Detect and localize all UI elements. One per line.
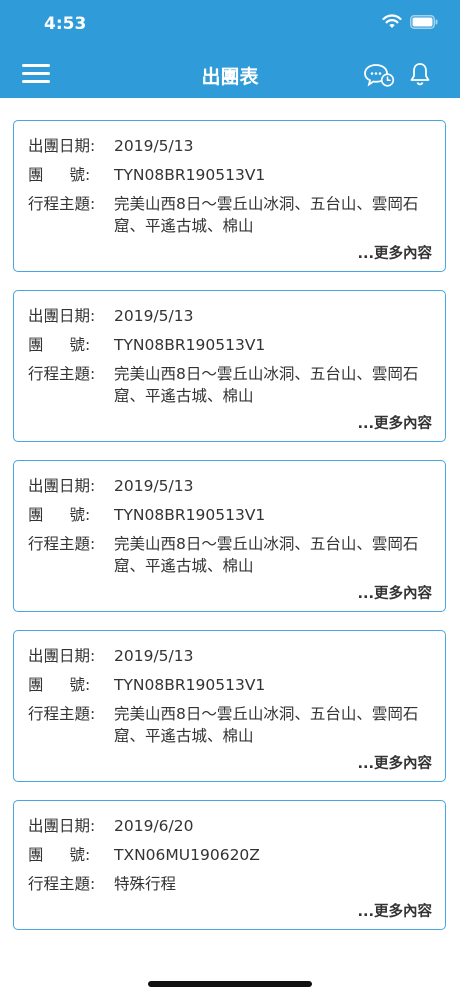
- tour-date: 2019/5/13: [114, 307, 194, 325]
- date-label: 出團日期:: [28, 477, 96, 495]
- date-label: 出團日期:: [28, 817, 96, 835]
- tour-theme: 完美山西8日～雲丘山冰洞、五台山、雲岡石窟、平遙古城、棉山: [114, 365, 419, 405]
- tour-card[interactable]: 出團日期: 2019/5/13 團號: TYN08BR190513V1 行程主題…: [13, 290, 446, 442]
- battery-icon: [410, 14, 438, 29]
- tour-theme: 完美山西8日～雲丘山冰洞、五台山、雲岡石窟、平遙古城、棉山: [114, 195, 419, 235]
- tour-theme: 完美山西8日～雲丘山冰洞、五台山、雲岡石窟、平遙古城、棉山: [114, 535, 419, 575]
- theme-label: 行程主題:: [28, 365, 96, 383]
- tour-card[interactable]: 出團日期: 2019/5/13 團號: TYN08BR190513V1 行程主題…: [13, 630, 446, 782]
- tour-date: 2019/5/13: [114, 137, 194, 155]
- tour-number: TYN08BR190513V1: [114, 336, 266, 354]
- tour-number: TYN08BR190513V1: [114, 506, 266, 524]
- tour-number-label: 團號:: [28, 166, 91, 184]
- tour-card[interactable]: 出團日期: 2019/6/20 團號: TXN06MU190620Z 行程主題:…: [13, 800, 446, 930]
- status-time: 4:53: [44, 14, 87, 34]
- status-icons: [382, 14, 438, 29]
- home-indicator: [148, 981, 312, 987]
- theme-label: 行程主題:: [28, 195, 96, 213]
- wifi-icon: [382, 14, 402, 28]
- tour-number-label: 團號:: [28, 846, 91, 864]
- tour-number: TYN08BR190513V1: [114, 166, 266, 184]
- tour-date: 2019/5/13: [114, 477, 194, 495]
- tour-card[interactable]: 出團日期: 2019/5/13 團號: TYN08BR190513V1 行程主題…: [13, 460, 446, 612]
- theme-label: 行程主題:: [28, 875, 96, 893]
- tour-date: 2019/6/20: [114, 817, 194, 835]
- more-content-link[interactable]: ...更多內容: [28, 582, 432, 603]
- tour-number: TXN06MU190620Z: [114, 846, 260, 864]
- tour-theme: 特殊行程: [114, 875, 177, 893]
- tour-number-label: 團號:: [28, 676, 91, 694]
- more-content-link[interactable]: ...更多內容: [28, 752, 432, 773]
- tour-number: TYN08BR190513V1: [114, 676, 266, 694]
- date-label: 出團日期:: [28, 647, 96, 665]
- tour-number-label: 團號:: [28, 506, 91, 524]
- tour-theme: 完美山西8日～雲丘山冰洞、五台山、雲岡石窟、平遙古城、棉山: [114, 705, 419, 745]
- chat-history-button[interactable]: [363, 62, 395, 88]
- more-content-link[interactable]: ...更多內容: [28, 900, 432, 921]
- date-label: 出團日期:: [28, 137, 96, 155]
- tour-card[interactable]: 出團日期: 2019/5/13 團號: TYN08BR190513V1 行程主題…: [13, 120, 446, 272]
- app-header: 4:53 出團表: [0, 0, 460, 98]
- tour-list: 出團日期: 2019/5/13 團號: TYN08BR190513V1 行程主題…: [13, 120, 446, 948]
- more-content-link[interactable]: ...更多內容: [28, 242, 432, 263]
- more-content-link[interactable]: ...更多內容: [28, 412, 432, 433]
- date-label: 出團日期:: [28, 307, 96, 325]
- theme-label: 行程主題:: [28, 705, 96, 723]
- notification-button[interactable]: [408, 61, 432, 87]
- bell-icon: [410, 63, 430, 86]
- theme-label: 行程主題:: [28, 535, 96, 553]
- tour-date: 2019/5/13: [114, 647, 194, 665]
- chat-clock-icon: [364, 64, 395, 87]
- tour-number-label: 團號:: [28, 336, 91, 354]
